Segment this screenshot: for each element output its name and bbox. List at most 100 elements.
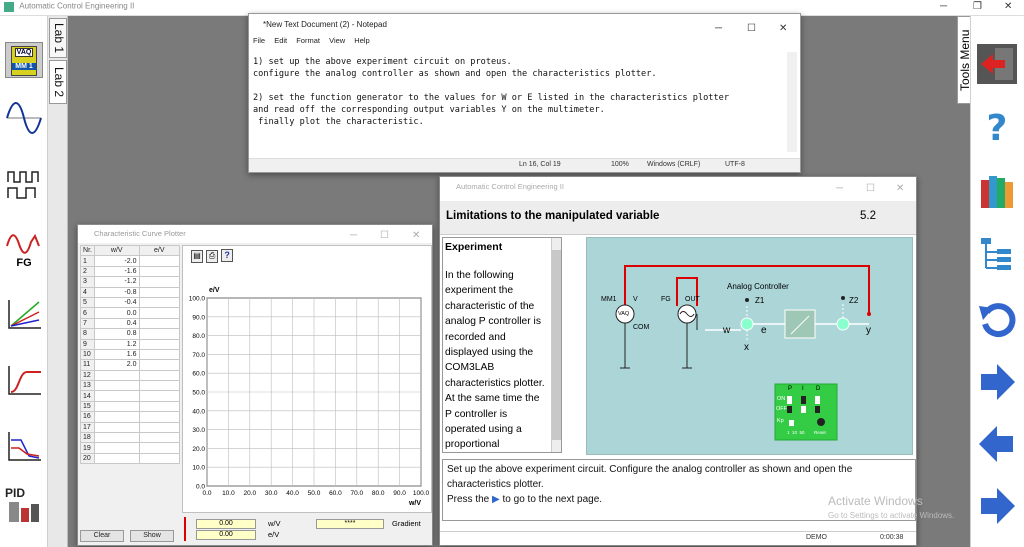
w-cell[interactable] (94, 411, 140, 423)
e-cell[interactable] (138, 296, 181, 309)
e-cell[interactable] (138, 442, 181, 454)
tutorial-minimize-icon[interactable]: ─ (836, 179, 843, 199)
exit-button[interactable] (977, 44, 1017, 84)
w-cell[interactable]: 2.0 (94, 359, 140, 371)
e-cell[interactable] (138, 317, 181, 330)
characteristic-plot: 100.0 90.0 80.0 70.0 60.0 50.0 40.0 30.0 20.0 10.… (189, 287, 430, 507)
x-tick-label: 70.0 (350, 490, 363, 497)
table-row: 7 0.4 (80, 317, 181, 330)
e-value-field[interactable]: 0.00 (196, 530, 256, 540)
step-response-button[interactable] (5, 362, 43, 398)
clear-button[interactable]: Clear (80, 530, 124, 542)
plotter-minimize-icon[interactable]: ─ (350, 227, 357, 245)
e-cell[interactable] (138, 359, 181, 371)
tab-lab-1[interactable]: Lab 1 (49, 18, 67, 58)
w-cell[interactable]: 0.8 (94, 328, 140, 340)
play-arrow-icon[interactable]: ▶ (492, 494, 500, 505)
notepad-line: 2) set the function generator to the val… (253, 93, 729, 103)
plotter-close-icon[interactable]: ✕ (412, 227, 420, 245)
menu-help[interactable]: Help (354, 36, 369, 45)
e-cell[interactable] (138, 452, 181, 465)
sine-wave-button[interactable] (5, 100, 43, 136)
prev-arrow-button[interactable] (977, 424, 1017, 464)
notepad-minimize-icon[interactable]: ─ (715, 18, 722, 40)
z1-label: Z1 (755, 296, 765, 305)
function-generator-button[interactable]: FG (5, 232, 43, 269)
multimeter-button[interactable]: VAQ MM 1 (5, 42, 43, 78)
w-cell[interactable]: -1.6 (94, 265, 140, 278)
w-cell[interactable] (94, 432, 140, 444)
e-cell[interactable] (138, 338, 181, 350)
e-cell[interactable] (138, 432, 181, 444)
activate-title: Activate Windows (828, 494, 923, 508)
e-cell[interactable] (138, 265, 181, 278)
notepad-title-bar: *New Text Document (2) - Notepad ─ ☐ ✕ (249, 14, 800, 36)
w-cell[interactable] (94, 421, 140, 434)
experiment-scrollbar[interactable] (551, 238, 561, 452)
table-row: 2 -1.6 (80, 265, 181, 278)
y-tick-label: 100.0 (189, 296, 206, 303)
characteristic-plotter-icon (8, 300, 41, 329)
w-cell[interactable] (94, 442, 140, 454)
next-arrow-button[interactable] (977, 362, 1017, 402)
tutorial-close-icon[interactable]: ✕ (896, 179, 904, 199)
w-cell[interactable]: 0.0 (94, 307, 140, 319)
e-cell[interactable] (138, 348, 181, 361)
w-cell[interactable]: -0.4 (94, 296, 140, 309)
e-cell[interactable] (138, 380, 181, 392)
notepad-text-area[interactable]: 1) set up the above experiment circuit o… (249, 50, 800, 134)
notepad-maximize-icon[interactable]: ☐ (747, 18, 756, 40)
x-tick-label: 80.0 (372, 490, 385, 497)
minimize-icon[interactable]: ─ (940, 1, 947, 12)
w-cell[interactable] (94, 390, 140, 402)
e-cell[interactable] (138, 307, 181, 319)
tab-lab-2[interactable]: Lab 2 (49, 60, 67, 104)
notepad-scrollbar[interactable] (787, 52, 797, 152)
x-tick-label: 20.0 (243, 490, 256, 497)
pid-controller-button[interactable]: PID (5, 486, 43, 528)
sine-wave-icon (6, 102, 42, 134)
characteristic-plotter-button[interactable] (5, 296, 43, 332)
notepad-close-icon[interactable]: ✕ (779, 18, 787, 40)
tutorial-maximize-icon[interactable]: ☐ (866, 179, 875, 199)
w-cell[interactable]: 0.4 (94, 317, 140, 330)
bode-plot-button[interactable] (5, 428, 43, 464)
menu-view[interactable]: View (329, 36, 345, 45)
hierarchy-button[interactable] (977, 234, 1017, 274)
e-cell[interactable] (138, 328, 181, 340)
e-cell[interactable] (138, 390, 181, 402)
menu-edit[interactable]: Edit (274, 36, 287, 45)
help-button[interactable]: ? (977, 106, 1017, 149)
forward-arrow-button[interactable] (977, 486, 1017, 526)
show-button[interactable]: Show (130, 530, 174, 542)
w-value-field[interactable]: 0.00 (196, 519, 256, 529)
svg-text:?: ? (987, 108, 1008, 146)
w-cell[interactable]: 1.6 (94, 348, 140, 361)
books-button[interactable] (977, 170, 1017, 210)
back-circle-button[interactable] (977, 298, 1017, 338)
w-cell[interactable]: 1.2 (94, 338, 140, 350)
e-cell[interactable] (138, 286, 181, 298)
w-cell[interactable] (94, 400, 140, 413)
tools-menu-tab[interactable]: Tools Menu (957, 16, 972, 104)
w-cell[interactable] (94, 369, 140, 382)
w-cell[interactable]: -0.8 (94, 286, 140, 298)
w-cell[interactable]: -1.2 (94, 276, 140, 288)
e-cell[interactable] (138, 411, 181, 423)
square-wave-button[interactable] (5, 166, 43, 202)
plotter-maximize-icon[interactable]: ☐ (380, 227, 389, 245)
e-cell[interactable] (138, 369, 181, 382)
menu-file[interactable]: File (253, 36, 265, 45)
w-cell[interactable] (94, 380, 140, 392)
restore-icon[interactable]: ❐ (973, 1, 982, 12)
e-cell[interactable] (138, 400, 181, 413)
w-cell[interactable] (94, 452, 140, 465)
y-tick-label: 50.0 (192, 390, 205, 397)
e-cell[interactable] (138, 276, 181, 288)
next-arrow-icon (981, 364, 1015, 400)
e-cell[interactable] (138, 421, 181, 434)
w-cell[interactable]: -2.0 (94, 255, 140, 267)
e-cell[interactable] (138, 255, 181, 267)
close-icon[interactable]: ✕ (1004, 1, 1012, 12)
menu-format[interactable]: Format (296, 36, 320, 45)
